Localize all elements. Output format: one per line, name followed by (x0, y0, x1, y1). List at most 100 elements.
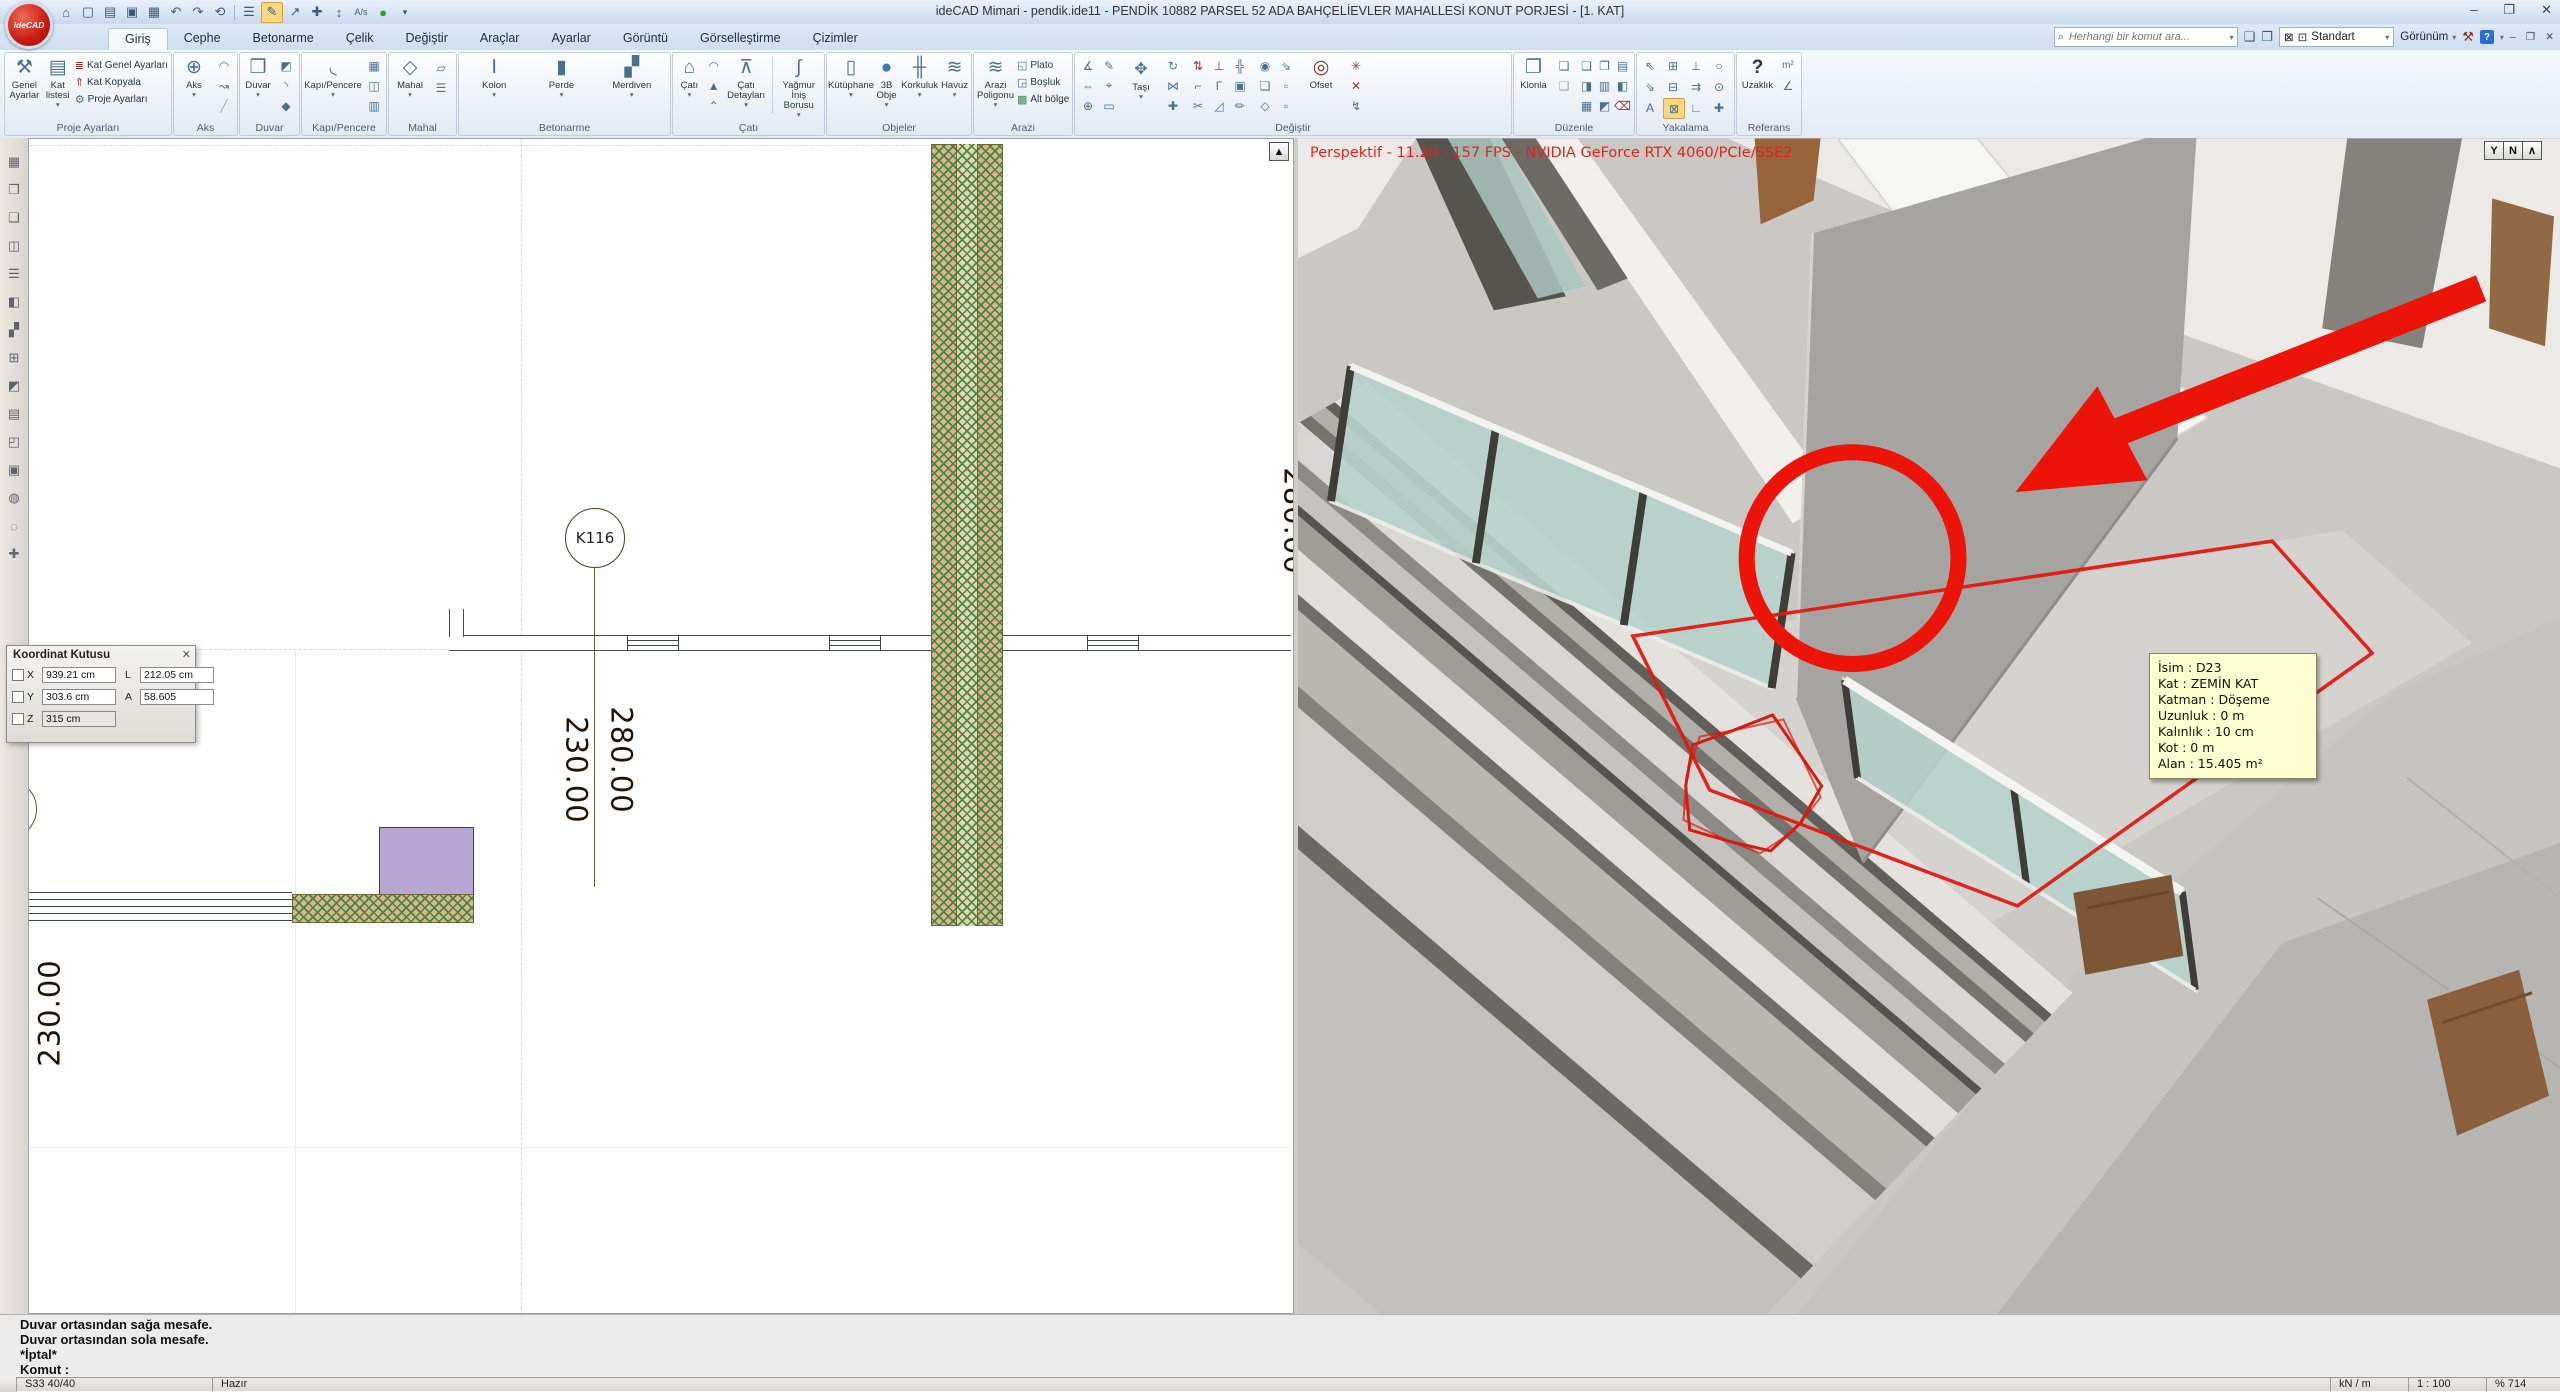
axis-bubble-k116[interactable]: K116 (565, 508, 625, 568)
home-icon[interactable]: ⌂ (56, 3, 76, 22)
z-coordinate-field[interactable] (42, 711, 116, 727)
tool-icon-10[interactable]: ▤ (0, 400, 28, 428)
coordinate-box-close-icon[interactable]: ✕ (182, 648, 191, 661)
tool-icon-2[interactable]: ❐ (0, 176, 28, 204)
eraser-icon[interactable]: ⌫ (1614, 96, 1631, 115)
havuz-button[interactable]: ≋ Havuz ▾ (941, 54, 968, 118)
cati-button[interactable]: ⌂ Çatı ▾ (676, 54, 703, 118)
snap-midpoint-icon[interactable]: ⊠ (1663, 98, 1685, 119)
tool-icon-5[interactable]: ☰ (0, 260, 28, 288)
render-sphere-icon[interactable]: ● (373, 3, 393, 22)
korkuluk-button[interactable]: ╫ Korkuluk ▾ (901, 54, 938, 118)
hatch-edit-icon[interactable]: ▥ (1596, 76, 1613, 95)
divide-icon[interactable]: ↯ (1346, 96, 1366, 115)
plan-view-canvas[interactable]: K116 280.00 230.00 230.00 280.00 ▲ (28, 138, 1294, 1314)
y-coordinate-field[interactable] (42, 689, 116, 705)
tool-icon-11[interactable]: ◰ (0, 428, 28, 456)
corner-wall-icon[interactable]: ◩ (276, 56, 296, 75)
double-window-icon[interactable]: ◫ (364, 76, 384, 95)
tab-cephe[interactable]: Cephe (168, 28, 237, 50)
gable-icon[interactable]: ⌃ (706, 96, 722, 115)
bring-front-icon[interactable]: ❐ (2261, 29, 2273, 45)
obje-3b-button[interactable]: ● 3B Obje ▾ (875, 54, 898, 118)
small-box-icon[interactable]: ▫ (1276, 96, 1296, 115)
snap-node-icon[interactable]: ⊟ (1663, 77, 1683, 96)
break-icon[interactable]: ✳ (1346, 56, 1366, 75)
tool-icon-14[interactable]: ◌ (0, 512, 28, 540)
y-lock-checkbox[interactable] (12, 691, 24, 703)
tool-icon-6[interactable]: ◧ (0, 288, 28, 316)
alt-bolge-button[interactable]: ▩Alt bölge (1017, 91, 1069, 107)
insert-point-icon[interactable]: ⊕ (1078, 96, 1098, 115)
ofset-button[interactable]: ◎ Ofset (1301, 54, 1341, 118)
break-x-icon[interactable]: ✕ (1346, 76, 1366, 95)
kutuphane-button[interactable]: ▯ Kütüphane ▾ (830, 54, 872, 118)
help-icon[interactable]: ? (2480, 30, 2494, 44)
status-zoom[interactable]: % 714 (2486, 1377, 2560, 1392)
perde-button[interactable]: ▮ Perde ▾ (534, 54, 588, 118)
merdiven-button[interactable]: ▞ Merdiven ▾ (602, 54, 662, 118)
tool-icon-8[interactable]: ⊞ (0, 344, 28, 372)
command-prompt[interactable]: Komut : (20, 1362, 2560, 1377)
grid-edit-icon[interactable]: ▦ (1578, 96, 1595, 115)
measure-angle-icon[interactable]: ∡ (1078, 56, 1098, 75)
doc-close-button[interactable]: ✕ (2545, 31, 2554, 43)
save-all-icon[interactable]: ▦ (144, 3, 164, 22)
search-caret-icon[interactable]: ▾ (2230, 33, 2234, 42)
tab-betonarme[interactable]: Betonarme (237, 28, 330, 50)
curve-axis-icon[interactable]: ↝ (214, 76, 234, 95)
center-icon[interactable]: ✚ (1163, 96, 1183, 115)
spire-icon[interactable]: ▲ (706, 76, 722, 95)
layers-icon[interactable]: ▤ (1614, 56, 1631, 75)
zone-lines-icon[interactable]: ☰ (431, 78, 451, 97)
new-file-icon[interactable]: ▢ (78, 3, 98, 22)
edit-pen-icon[interactable]: ✎ (1099, 56, 1119, 75)
style-selector[interactable]: ⊠ ⊡ Standart ▾ (2279, 27, 2394, 47)
rotate-icon[interactable]: ↻ (1163, 56, 1183, 75)
length-field[interactable] (140, 667, 214, 683)
tool-icon-9[interactable]: ◩ (0, 372, 28, 400)
customize-icon[interactable]: ⚒ (2462, 29, 2474, 45)
diamond-tool-icon[interactable]: ◇ (1255, 96, 1275, 115)
x-lock-checkbox[interactable] (12, 669, 24, 681)
angle-field[interactable] (140, 689, 214, 705)
snap-endpoint-icon[interactable]: ⇖ (1640, 56, 1660, 75)
kapi-pencere-button[interactable]: ◟ Kapı/Pencere ▾ (305, 54, 361, 118)
north-button[interactable]: N (2503, 141, 2523, 160)
tool-icon-3[interactable]: ❏ (0, 204, 28, 232)
tab-araclar[interactable]: Araçlar (464, 28, 536, 50)
bosluk-button[interactable]: ◲Boşluk (1017, 74, 1069, 90)
tab-celik[interactable]: Çelik (330, 28, 390, 50)
close-button[interactable]: ✕ (2541, 2, 2552, 18)
tool-icon-13[interactable]: ◍ (0, 484, 28, 512)
dimension-icon[interactable]: ↕ (329, 3, 349, 22)
snap-text-icon[interactable]: A (1640, 98, 1660, 117)
kolon-button[interactable]: Ⅰ Kolon ▾ (467, 54, 521, 118)
command-search[interactable]: ⌕ ▾ (2054, 27, 2238, 47)
mahal-button[interactable]: ◇ Mahal ▾ (392, 54, 428, 118)
perpendicular-tool-icon[interactable]: ⊥ (1209, 56, 1229, 75)
chamfer-icon[interactable]: ◿ (1209, 96, 1229, 115)
status-scale[interactable]: 1 : 100 (2408, 1377, 2490, 1392)
pointer-icon[interactable]: ↗ (285, 3, 305, 22)
snap-center-icon[interactable]: ⊙ (1709, 77, 1729, 96)
cati-detaylari-button[interactable]: ⊼ Çatı Detayları ▾ (725, 54, 768, 118)
x-coordinate-field[interactable] (42, 667, 116, 683)
perspective-view-canvas[interactable]: Perspektif - 11.20 - 157 FPS - NVIDIA Ge… (1298, 138, 2560, 1314)
snap-extension-icon[interactable]: ⇘ (1640, 77, 1660, 96)
trim-icon[interactable]: ✂ (1188, 96, 1208, 115)
tab-gorsellestirme[interactable]: Görselleştirme (684, 28, 797, 50)
layer-list-icon[interactable]: ☰ (239, 3, 259, 22)
status-unit[interactable]: kN / m (2330, 1377, 2412, 1392)
view-menu[interactable]: Görünüm ▾ (2400, 31, 2456, 43)
tool-icon-7[interactable]: ▞ (0, 316, 28, 344)
redo-icon[interactable]: ↷ (188, 3, 208, 22)
array-icon[interactable]: ╬ (1230, 56, 1250, 75)
frame-icon[interactable]: ❑ (1255, 76, 1275, 95)
window-icon[interactable]: ▦ (364, 56, 384, 75)
area-icon[interactable]: m² (1778, 56, 1798, 75)
align-right-icon[interactable]: ◨ (1578, 76, 1595, 95)
copy-icon[interactable]: ❏ (1554, 56, 1574, 75)
tab-cizimler[interactable]: Çizimler (797, 28, 874, 50)
zone-poly-icon[interactable]: ▱ (431, 58, 451, 77)
